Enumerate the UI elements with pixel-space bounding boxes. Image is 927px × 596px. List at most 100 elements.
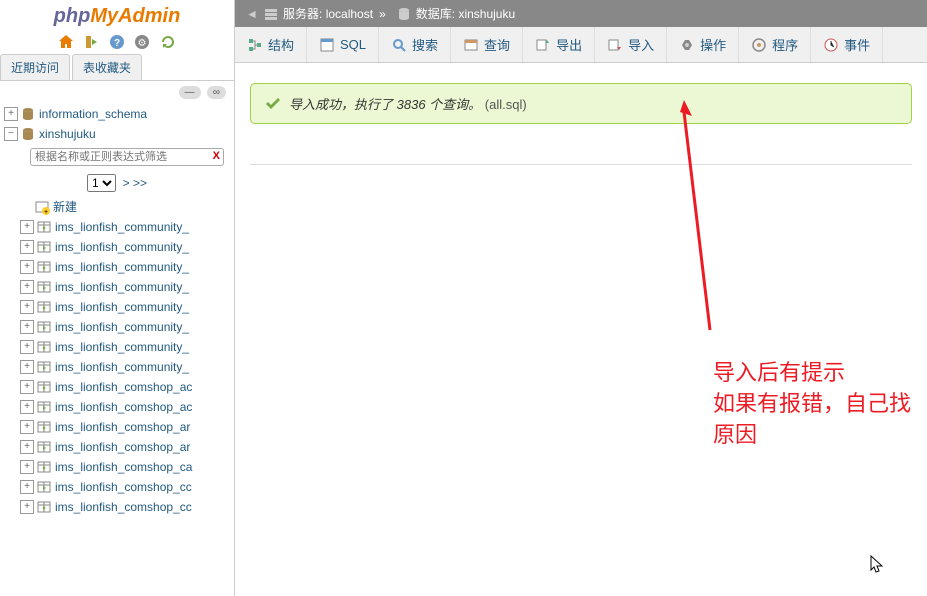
table-label[interactable]: ims_lionfish_comshop_ac [55, 380, 192, 394]
pager-next[interactable]: > >> [123, 176, 147, 190]
table-item[interactable]: + ims_lionfish_community_ [0, 317, 234, 337]
table-label[interactable]: ims_lionfish_comshop_ca [55, 460, 192, 474]
tab-favorites[interactable]: 表收藏夹 [72, 54, 142, 80]
table-item[interactable]: + ims_lionfish_community_ [0, 257, 234, 277]
clear-filter-icon[interactable]: X [213, 150, 220, 162]
expand-icon[interactable]: + [20, 300, 34, 314]
menu-events[interactable]: 事件 [811, 27, 883, 62]
expand-icon[interactable]: + [20, 440, 34, 454]
menu-label: 查询 [484, 35, 510, 54]
link-badge[interactable]: ∞ [207, 86, 226, 99]
mouse-cursor-icon [870, 555, 886, 575]
table-item[interactable]: + ims_lionfish_comshop_ac [0, 397, 234, 417]
table-label[interactable]: ims_lionfish_comshop_ar [55, 420, 190, 434]
sidebar-badges: — ∞ [0, 81, 234, 102]
expand-icon[interactable]: + [20, 320, 34, 334]
table-label[interactable]: ims_lionfish_community_ [55, 300, 189, 314]
export-icon [535, 36, 551, 53]
table-label[interactable]: ims_lionfish_community_ [55, 220, 189, 234]
table-label[interactable]: ims_lionfish_community_ [55, 320, 189, 334]
table-label[interactable]: ims_lionfish_comshop_ar [55, 440, 190, 454]
panel-handle-icon[interactable]: ◄ [245, 7, 259, 21]
expand-icon[interactable]: + [20, 260, 34, 274]
filter-input[interactable] [30, 148, 224, 166]
table-icon [36, 259, 52, 275]
expand-icon[interactable]: + [20, 220, 34, 234]
db-item-xinshujuku[interactable]: − xinshujuku [0, 124, 234, 144]
db-name[interactable]: xinshujuku [458, 7, 515, 21]
menu-export[interactable]: 导出 [523, 27, 595, 62]
sidebar: phpMyAdmin ? ⚙ 近期访问 表收藏夹 — ∞ + informatio… [0, 0, 235, 596]
database-icon [20, 126, 36, 142]
expand-icon[interactable]: + [20, 420, 34, 434]
content: 导入成功，执行了 3836 个查询。 (all.sql) [235, 63, 927, 185]
menu-query[interactable]: 查询 [451, 27, 523, 62]
expand-icon[interactable]: + [20, 400, 34, 414]
svg-text:⚙: ⚙ [138, 38, 147, 49]
table-label[interactable]: ims_lionfish_comshop_cc [55, 480, 192, 494]
expand-icon[interactable]: + [20, 340, 34, 354]
table-item[interactable]: + ims_lionfish_community_ [0, 337, 234, 357]
table-label[interactable]: ims_lionfish_comshop_ac [55, 400, 192, 414]
table-item[interactable]: + ims_lionfish_comshop_ar [0, 437, 234, 457]
table-item[interactable]: + ims_lionfish_community_ [0, 237, 234, 257]
db-label[interactable]: xinshujuku [39, 127, 96, 141]
expand-icon[interactable]: + [20, 280, 34, 294]
expand-icon[interactable]: + [20, 480, 34, 494]
menu-structure[interactable]: 结构 [235, 27, 307, 62]
home-icon[interactable] [58, 34, 74, 50]
menu-search[interactable]: 搜索 [379, 27, 451, 62]
table-item[interactable]: + ims_lionfish_comshop_ca [0, 457, 234, 477]
success-check-icon [265, 96, 281, 112]
table-label[interactable]: ims_lionfish_community_ [55, 260, 189, 274]
expand-icon[interactable]: + [20, 380, 34, 394]
table-label[interactable]: ims_lionfish_comshop_cc [55, 500, 192, 514]
table-item[interactable]: + ims_lionfish_community_ [0, 357, 234, 377]
table-item[interactable]: + ims_lionfish_comshop_ar [0, 417, 234, 437]
logout-icon[interactable] [84, 34, 100, 50]
table-icon [36, 499, 52, 515]
menu-label: 操作 [700, 35, 726, 54]
menu-label: 事件 [844, 35, 870, 54]
reload-icon[interactable] [160, 34, 176, 50]
svg-text:+: + [44, 209, 48, 215]
server-name[interactable]: localhost [326, 7, 373, 21]
expand-icon[interactable]: + [4, 107, 18, 121]
tab-recent[interactable]: 近期访问 [0, 54, 70, 80]
table-item[interactable]: + ims_lionfish_community_ [0, 297, 234, 317]
menu-label: SQL [340, 37, 366, 52]
menu-import[interactable]: 导入 [595, 27, 667, 62]
collapse-badge[interactable]: — [179, 86, 201, 99]
expand-icon[interactable]: − [4, 127, 18, 141]
table-label[interactable]: ims_lionfish_community_ [55, 360, 189, 374]
db-item-information_schema[interactable]: + information_schema [0, 104, 234, 124]
table-label[interactable]: ims_lionfish_community_ [55, 240, 189, 254]
db-tree: + information_schema − xinshujuku X 1 > >> +新建… [0, 102, 234, 519]
docs-icon[interactable]: ? [109, 34, 125, 50]
expand-icon[interactable]: + [20, 460, 34, 474]
menu-operations[interactable]: 操作 [667, 27, 739, 62]
db-label[interactable]: information_schema [39, 107, 147, 121]
table-item[interactable]: + ims_lionfish_comshop_cc [0, 497, 234, 517]
table-label[interactable]: ims_lionfish_community_ [55, 340, 189, 354]
expand-icon[interactable]: + [20, 360, 34, 374]
breadcrumb-separator: » [379, 7, 386, 21]
page-select[interactable]: 1 [87, 174, 116, 192]
table-item[interactable]: + ims_lionfish_community_ [0, 277, 234, 297]
structure-icon [247, 36, 263, 53]
expand-icon[interactable]: + [20, 500, 34, 514]
table-item[interactable]: + ims_lionfish_comshop_cc [0, 477, 234, 497]
menu-routines[interactable]: 程序 [739, 27, 811, 62]
menu-sql[interactable]: SQL [307, 27, 379, 62]
menubar: 结构 SQL 搜索 查询导出 导入 操作程序 事件 [235, 27, 927, 63]
settings-icon[interactable]: ⚙ [134, 34, 150, 50]
operations-icon [679, 36, 695, 53]
import-icon [607, 36, 623, 53]
table-label[interactable]: ims_lionfish_community_ [55, 280, 189, 294]
menu-label: 导入 [628, 35, 654, 54]
logo[interactable]: phpMyAdmin [0, 0, 234, 30]
expand-icon[interactable]: + [20, 240, 34, 254]
table-item[interactable]: + ims_lionfish_comshop_ac [0, 377, 234, 397]
table-item[interactable]: + ims_lionfish_community_ [0, 217, 234, 237]
new-table[interactable]: +新建 [0, 196, 234, 217]
